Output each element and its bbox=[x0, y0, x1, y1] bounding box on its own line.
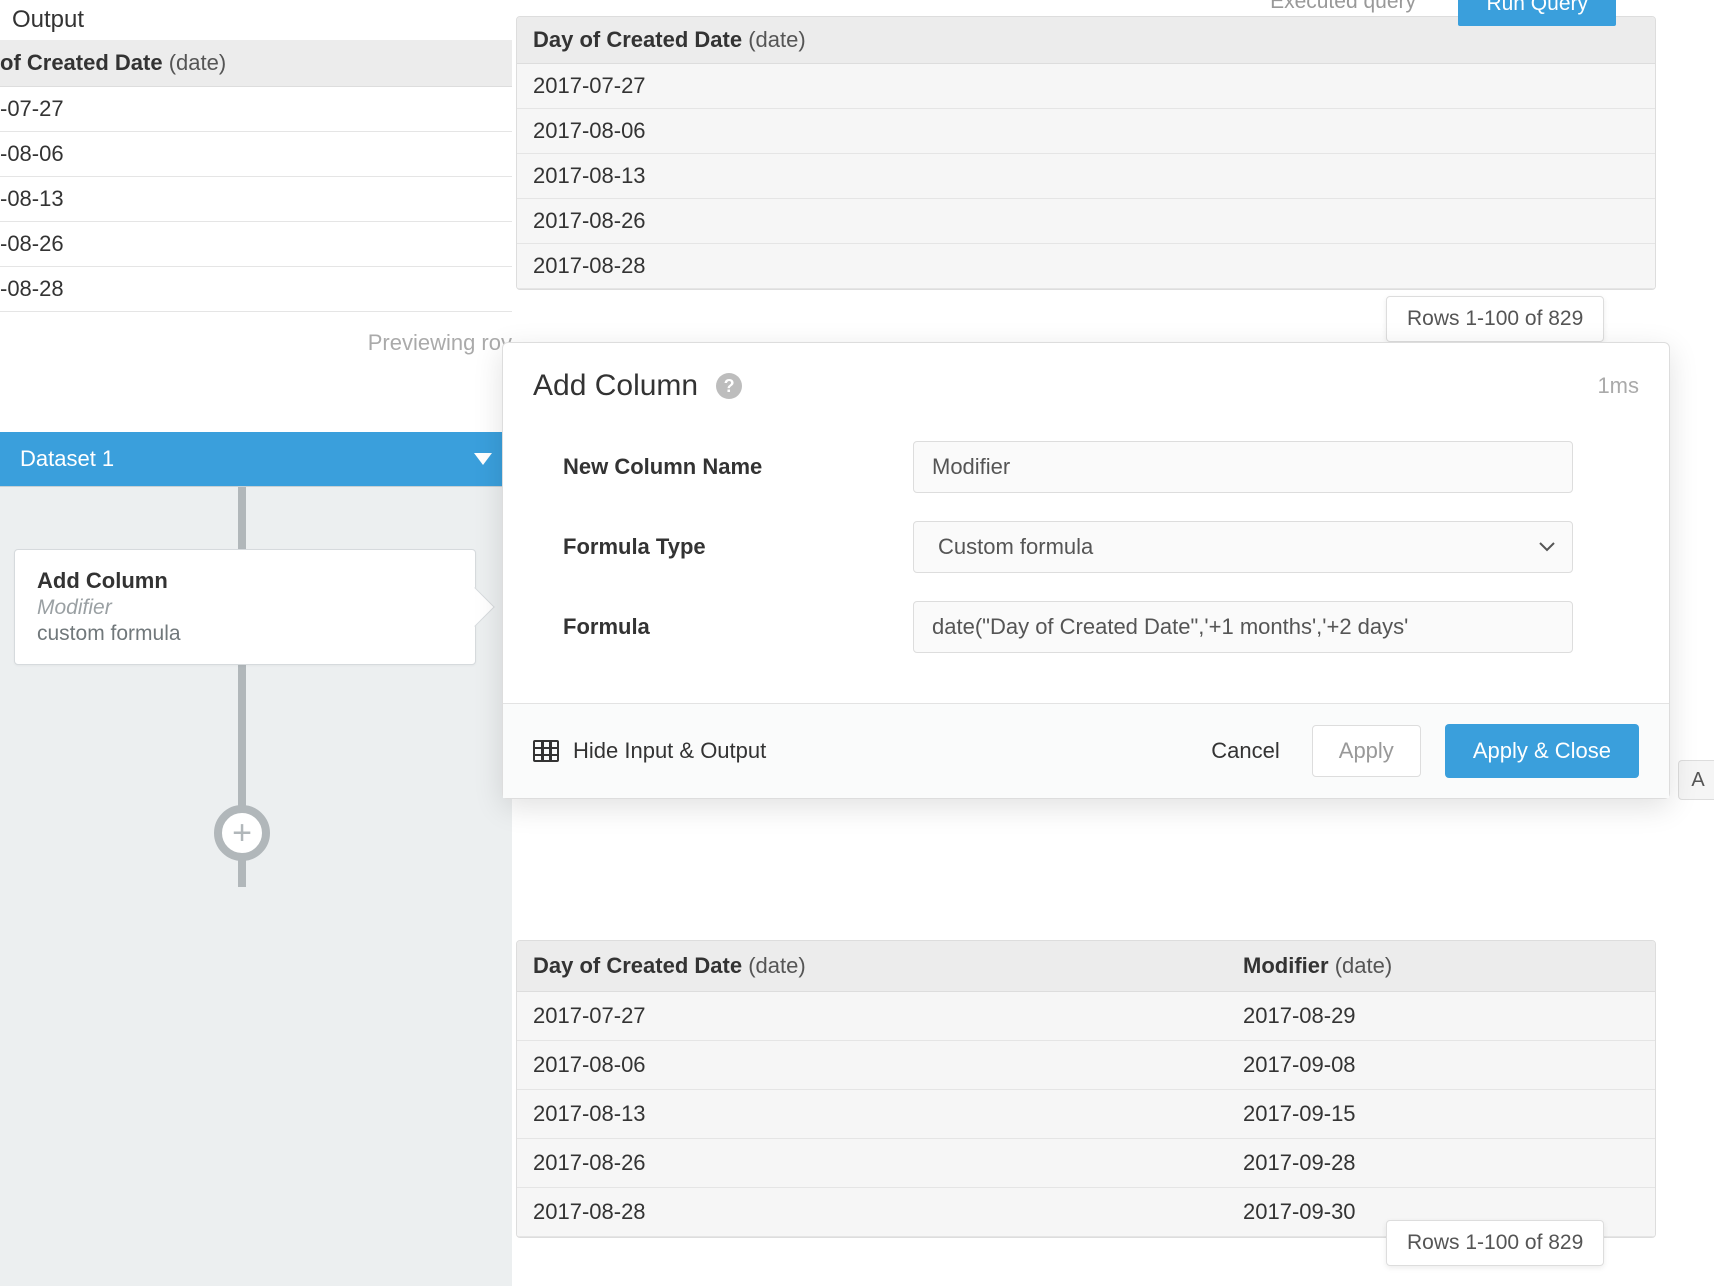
formula-type-label: Formula Type bbox=[563, 534, 913, 560]
dataset-label: Dataset 1 bbox=[20, 446, 114, 472]
dataset-header[interactable]: Dataset 1 bbox=[0, 432, 512, 486]
run-query-button[interactable]: Run Query bbox=[1458, 0, 1616, 26]
formula-label: Formula bbox=[563, 614, 913, 640]
executed-query-tab[interactable]: Executed query bbox=[1270, 0, 1416, 14]
output-preview-table: Day of Created Date (date) Modifier (dat… bbox=[516, 940, 1656, 1238]
hide-input-output-toggle[interactable]: Hide Input & Output bbox=[533, 738, 766, 764]
table-row: -08-28 bbox=[0, 267, 512, 312]
table-row: 2017-08-06 bbox=[517, 109, 1655, 154]
table-row: 2017-08-13 bbox=[517, 154, 1655, 199]
table-row: -08-26 bbox=[0, 222, 512, 267]
table-row: 2017-07-272017-08-29 bbox=[517, 992, 1655, 1041]
cell: 2017-07-27 bbox=[517, 992, 1227, 1040]
formula-input[interactable] bbox=[913, 601, 1573, 653]
pipeline-step-add-column[interactable]: Add Column Modifier custom formula bbox=[14, 549, 476, 665]
table-icon bbox=[533, 740, 559, 762]
rows-count-badge-input: Rows 1-100 of 829 bbox=[1386, 296, 1604, 342]
cell: 2017-08-28 bbox=[517, 1188, 1227, 1236]
pipeline-step-subtitle: Modifier bbox=[37, 596, 453, 620]
side-tab[interactable]: A bbox=[1678, 760, 1714, 800]
table-row: 2017-07-27 bbox=[517, 64, 1655, 109]
table-row: 2017-08-28 bbox=[517, 244, 1655, 289]
table-row: -08-06 bbox=[0, 132, 512, 177]
cell: 2017-08-06 bbox=[517, 1041, 1227, 1089]
formula-type-select[interactable]: Custom formula bbox=[913, 521, 1573, 573]
cell: 2017-09-15 bbox=[1227, 1090, 1655, 1138]
apply-button[interactable]: Apply bbox=[1312, 725, 1421, 777]
apply-close-button[interactable]: Apply & Close bbox=[1445, 724, 1639, 778]
add-step-button[interactable]: + bbox=[214, 805, 270, 861]
column-header-left: of Created Date (date) bbox=[0, 40, 512, 87]
add-column-modal: Add Column ? 1ms New Column Name Formula… bbox=[502, 342, 1670, 799]
new-column-name-label: New Column Name bbox=[563, 454, 913, 480]
table-row: -08-13 bbox=[0, 177, 512, 222]
preview-rows-label: Previewing rov bbox=[0, 312, 512, 374]
cell: 2017-08-26 bbox=[517, 1139, 1227, 1187]
table-row: 2017-08-132017-09-15 bbox=[517, 1090, 1655, 1139]
pipeline-canvas: Add Column Modifier custom formula + bbox=[0, 486, 512, 1286]
new-column-name-input[interactable] bbox=[913, 441, 1573, 493]
output-header-fragment: cOutput bbox=[0, 0, 512, 40]
cancel-button[interactable]: Cancel bbox=[1203, 726, 1287, 776]
pipeline-step-arrow bbox=[455, 587, 495, 627]
rows-count-badge-output: Rows 1-100 of 829 bbox=[1386, 1220, 1604, 1266]
cell: 2017-09-08 bbox=[1227, 1041, 1655, 1089]
cell: 2017-08-29 bbox=[1227, 992, 1655, 1040]
output-column-header-b: Modifier (date) bbox=[1227, 941, 1655, 991]
input-preview-table: Day of Created Date (date) 2017-07-27201… bbox=[516, 16, 1656, 290]
table-row: -07-27 bbox=[0, 87, 512, 132]
chevron-down-icon bbox=[474, 453, 492, 465]
pipeline-step-desc: custom formula bbox=[37, 622, 453, 646]
table-row: 2017-08-062017-09-08 bbox=[517, 1041, 1655, 1090]
modal-timer: 1ms bbox=[1597, 373, 1639, 399]
cell: 2017-09-28 bbox=[1227, 1139, 1655, 1187]
help-icon[interactable]: ? bbox=[716, 373, 742, 399]
table-row: 2017-08-262017-09-28 bbox=[517, 1139, 1655, 1188]
hide-io-label: Hide Input & Output bbox=[573, 738, 766, 764]
cell: 2017-08-13 bbox=[517, 1090, 1227, 1138]
table-row: 2017-08-26 bbox=[517, 199, 1655, 244]
output-column-header-a: Day of Created Date (date) bbox=[517, 941, 1227, 991]
pipeline-step-title: Add Column bbox=[37, 568, 453, 594]
modal-title: Add Column bbox=[533, 369, 698, 403]
